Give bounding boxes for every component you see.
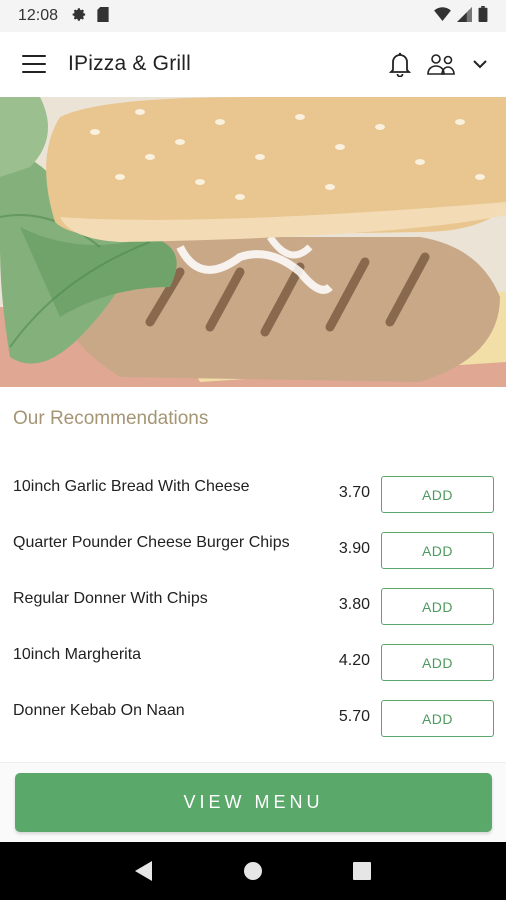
wifi-icon [434,7,451,25]
add-button[interactable]: ADD [381,644,494,681]
add-button[interactable]: ADD [381,700,494,737]
item-price: 3.90 [338,540,370,557]
people-icon[interactable] [426,52,458,76]
app-actions [388,51,488,77]
bell-icon[interactable] [388,51,412,77]
item-name: 10inch Margherita [13,646,142,663]
item-name: 10inch Garlic Bread With Cheese [13,478,250,495]
item-price: 4.20 [338,652,370,669]
hero-burger-image [0,97,506,387]
back-icon[interactable] [129,856,159,886]
screen: 12:08 IPizza & Grill Our Recommendations… [0,0,506,900]
signal-icon [457,6,472,26]
list-item: Donner Kebab On Naan 5.70 ADD [0,698,506,754]
status-right-icons [434,6,488,26]
home-icon[interactable] [238,856,268,886]
bottom-action-area: VIEW MENU [0,762,506,842]
item-name: Quarter Pounder Cheese Burger Chips [13,534,290,551]
item-price: 5.70 [338,708,370,725]
chevron-down-icon[interactable] [472,59,488,69]
item-price: 3.70 [338,484,370,501]
add-button[interactable]: ADD [381,532,494,569]
app-title: IPizza & Grill [68,52,191,75]
item-name: Regular Donner With Chips [13,590,208,607]
settings-gear-icon [72,7,87,26]
app-bar: IPizza & Grill [0,32,506,96]
list-item: 10inch Margherita 4.20 ADD [0,642,506,698]
status-bar: 12:08 [0,0,506,32]
item-name: Donner Kebab On Naan [13,702,185,719]
list-item: 10inch Garlic Bread With Cheese 3.70 ADD [0,474,506,530]
system-nav-bar [0,842,506,900]
battery-icon [478,6,488,26]
status-left-icons [72,6,109,26]
recommendations-list: 10inch Garlic Bread With Cheese 3.70 ADD… [0,474,506,754]
status-time: 12:08 [18,7,59,24]
hamburger-menu-icon[interactable] [22,55,46,73]
recommendations-title: Our Recommendations [13,408,209,429]
recents-icon[interactable] [347,856,377,886]
sim-card-icon [97,6,109,26]
list-item: Quarter Pounder Cheese Burger Chips 3.90… [0,530,506,586]
add-button[interactable]: ADD [381,476,494,513]
add-button[interactable]: ADD [381,588,494,625]
view-menu-button[interactable]: VIEW MENU [15,773,492,832]
item-price: 3.80 [338,596,370,613]
list-item: Regular Donner With Chips 3.80 ADD [0,586,506,642]
